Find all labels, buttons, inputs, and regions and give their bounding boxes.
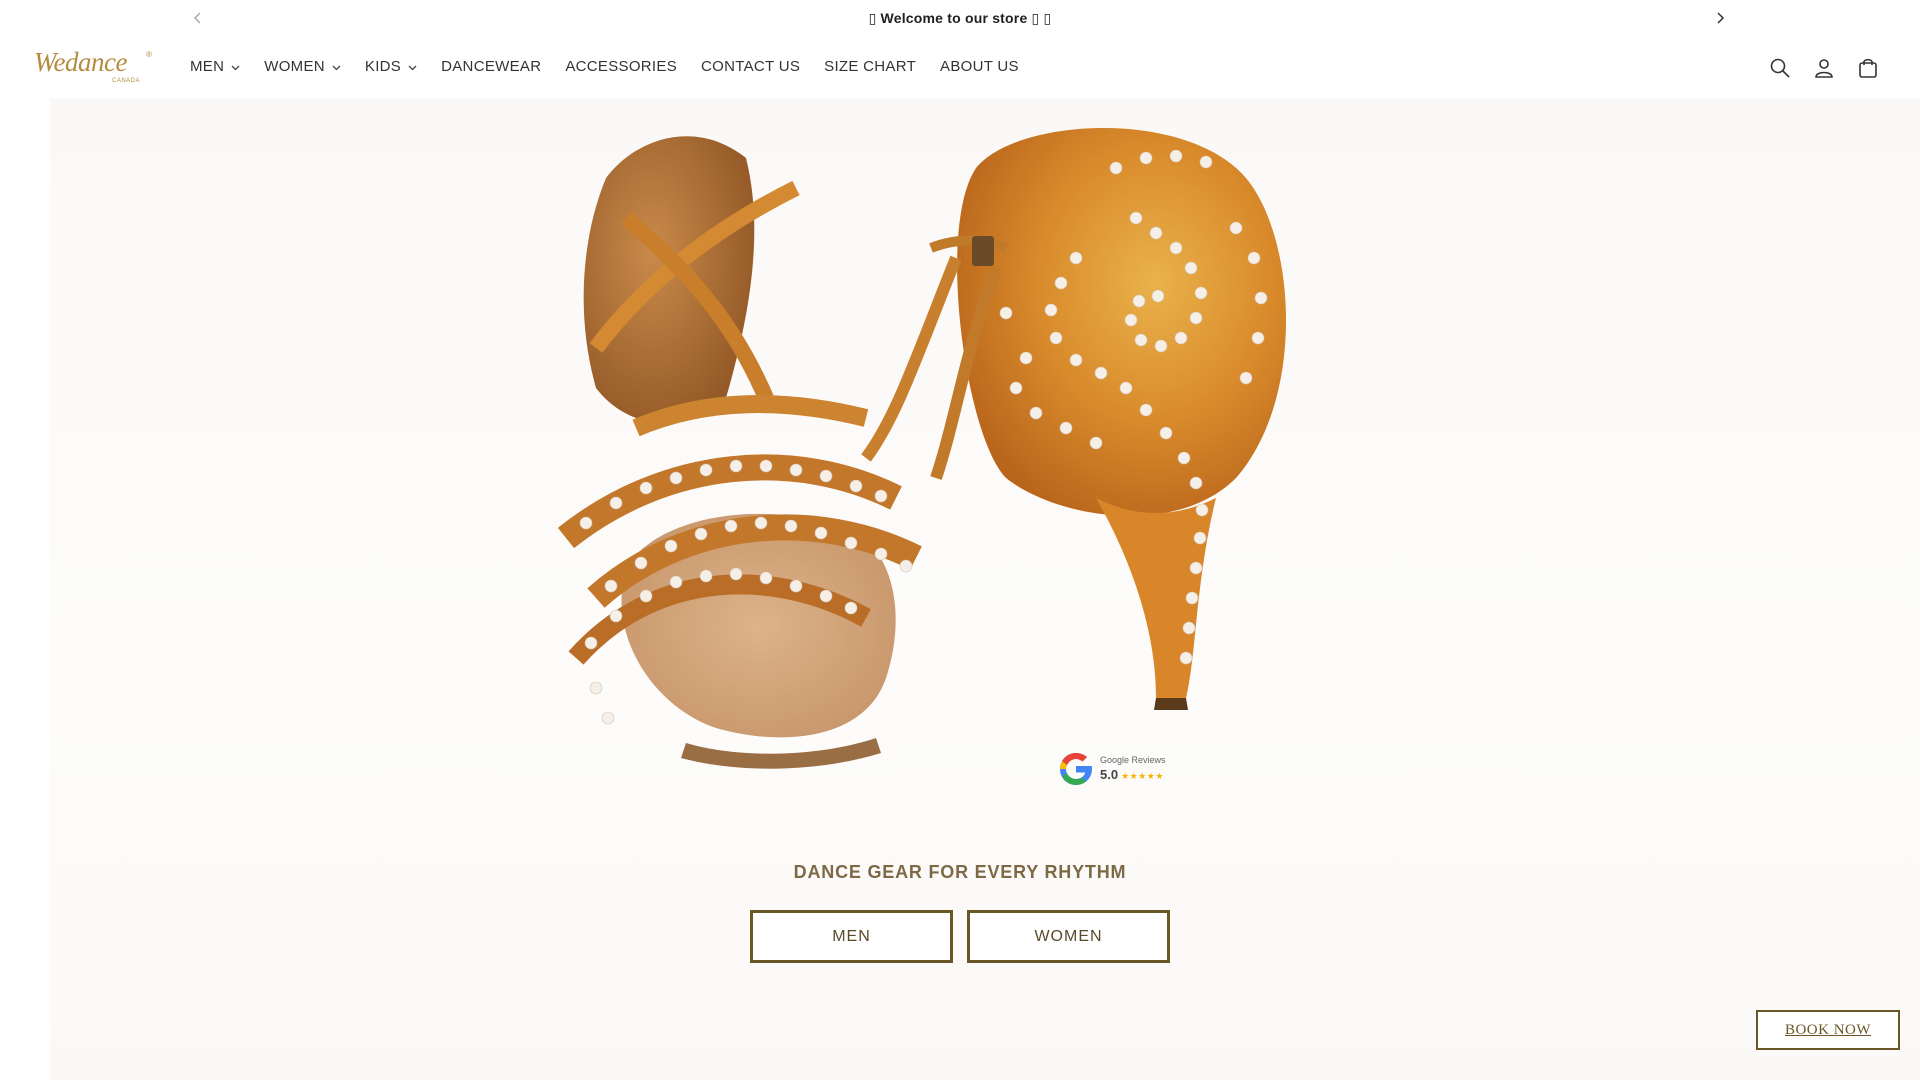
nav-item-men[interactable]: MEN xyxy=(190,58,240,75)
google-g-icon xyxy=(1060,753,1092,785)
badge-text: Google Reviews 5.0 ★★★★★ xyxy=(1100,754,1166,784)
logo-wordmark: Wedance xyxy=(34,47,127,77)
hero-headline: DANCE GEAR FOR EVERY RHYTHM xyxy=(793,862,1127,882)
nav-item-label: DANCEWEAR xyxy=(441,58,542,75)
nav-item-label: SIZE CHART xyxy=(824,58,917,75)
announcement-next-button[interactable] xyxy=(1710,8,1730,28)
shop-men-button[interactable]: MEN xyxy=(750,910,953,963)
chevron-down-icon xyxy=(332,63,341,73)
nav-item-label: ABOUT US xyxy=(940,58,1019,75)
chevron-down-icon xyxy=(408,63,417,73)
nav-item-label: CONTACT US xyxy=(701,58,801,75)
announcement-text: ▯ Welcome to our store ▯ ▯ xyxy=(868,9,1052,26)
site-header: Wedance ® CANADA MEN WOMEN KIDS DANCEWEA… xyxy=(0,36,1920,98)
badge-score: 5.0 xyxy=(1100,767,1119,782)
logo-subtitle: CANADA xyxy=(112,78,141,84)
chevron-down-icon xyxy=(231,63,240,73)
brand-logo[interactable]: Wedance ® CANADA xyxy=(34,48,154,88)
account-icon xyxy=(1815,59,1833,78)
badge-title: Google Reviews xyxy=(1100,755,1166,765)
nav-item-label: WOMEN xyxy=(264,58,325,75)
nav-item-size-chart[interactable]: SIZE CHART xyxy=(824,58,916,75)
nav-item-label: ACCESSORIES xyxy=(565,58,678,75)
badge-rating: 5.0 ★★★★★ xyxy=(1100,766,1166,784)
logo-registered-mark: ® xyxy=(146,50,152,59)
google-reviews-badge[interactable]: Google Reviews 5.0 ★★★★★ xyxy=(1056,746,1186,792)
nav-item-label: KIDS xyxy=(364,58,402,75)
nav-item-about-us[interactable]: ABOUT US xyxy=(940,58,1019,75)
chevron-left-icon xyxy=(193,12,201,24)
rating-stars-icon: ★★★★★ xyxy=(1121,771,1164,781)
hero-shoes-image[interactable] xyxy=(536,98,1436,838)
main-nav: MEN WOMEN KIDS DANCEWEAR ACCESSORIES CON… xyxy=(190,58,1043,75)
chevron-right-icon xyxy=(1717,12,1725,24)
hero-cta-row: MEN WOMEN xyxy=(750,910,1184,963)
book-now-button[interactable]: BOOK NOW xyxy=(1756,1010,1900,1050)
cart-icon xyxy=(1859,58,1877,78)
search-button[interactable] xyxy=(1758,50,1802,86)
announcement-bar: ▯ Welcome to our store ▯ ▯ xyxy=(0,0,1920,36)
nav-item-women[interactable]: WOMEN xyxy=(264,58,341,75)
nav-item-label: MEN xyxy=(190,58,225,75)
announcement-prev-button[interactable] xyxy=(188,8,208,28)
nav-item-accessories[interactable]: ACCESSORIES xyxy=(565,58,677,75)
header-icons xyxy=(1758,50,1890,86)
nav-item-contact-us[interactable]: CONTACT US xyxy=(701,58,800,75)
cart-button[interactable] xyxy=(1846,50,1890,86)
nav-item-kids[interactable]: KIDS xyxy=(365,58,417,75)
nav-item-dancewear[interactable]: DANCEWEAR xyxy=(441,58,541,75)
shop-women-button[interactable]: WOMEN xyxy=(967,910,1170,963)
account-button[interactable] xyxy=(1802,50,1846,86)
search-icon xyxy=(1770,58,1790,78)
